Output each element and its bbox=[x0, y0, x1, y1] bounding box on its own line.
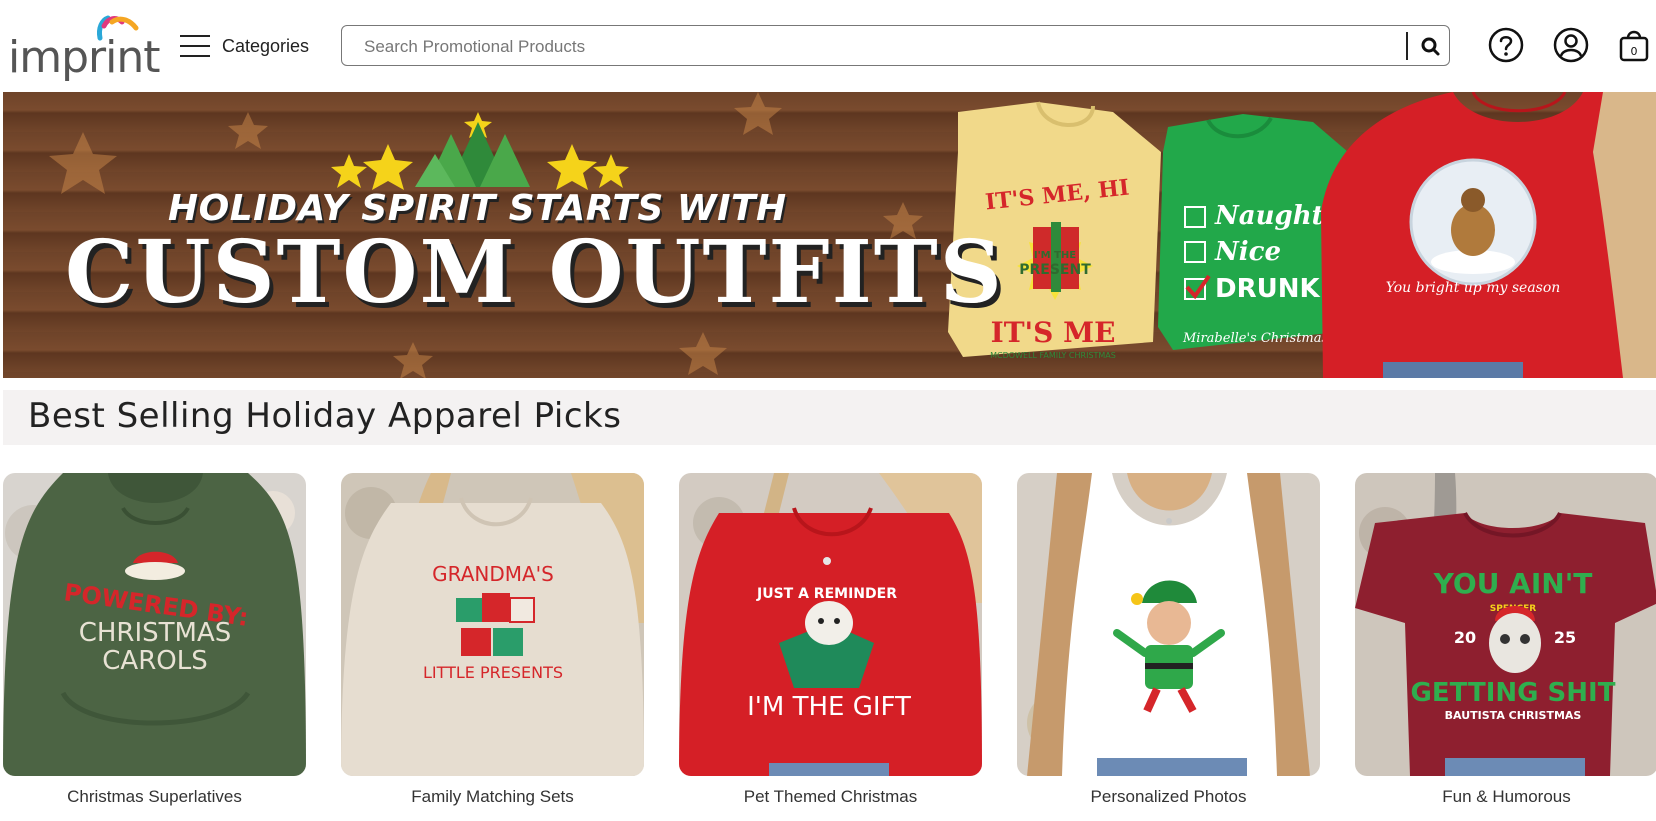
product-label-family-matching-sets[interactable]: Family Matching Sets bbox=[341, 787, 644, 807]
card2-print-line1: GRANDMA'S bbox=[432, 562, 554, 586]
search-input[interactable] bbox=[354, 30, 1406, 63]
card3-print-line2: I'M THE GIFT bbox=[747, 692, 911, 722]
product-card-christmas-superlatives[interactable]: POWERED BY: CHRISTMAS CAROLS bbox=[3, 473, 306, 776]
categories-label: Categories bbox=[222, 35, 310, 56]
product-label-fun-and-humorous[interactable]: Fun & Humorous bbox=[1355, 787, 1656, 807]
card3-print-line1: JUST A REMINDER bbox=[756, 586, 897, 602]
shirt2-opt3-text: DRUNK bbox=[1215, 274, 1320, 304]
card5-print-line1: YOU AIN'T bbox=[1433, 567, 1593, 600]
banner-headline-large: CUSTOM OUTFITS bbox=[65, 222, 1004, 323]
card5-print-line4: 25 bbox=[1554, 628, 1576, 647]
product-card-fun-and-humorous[interactable]: YOU AIN'T SPENCER 20 25 GETTING SHIT BAU… bbox=[1355, 473, 1656, 776]
product-card-personalized-photos[interactable] bbox=[1017, 473, 1320, 776]
card2-print-line2: LITTLE PRESENTS bbox=[423, 663, 563, 682]
cart-button[interactable]: 0 bbox=[1616, 27, 1652, 63]
search-divider bbox=[1406, 32, 1408, 60]
search-bar bbox=[341, 25, 1450, 66]
shirt2-foot-text: Mirabelle's Christmas P bbox=[1182, 331, 1341, 346]
product-card-family-matching-sets[interactable]: GRANDMA'S LITTLE PRESENTS bbox=[341, 473, 644, 776]
product-label-christmas-superlatives[interactable]: Christmas Superlatives bbox=[3, 787, 306, 807]
shirt1-bottom-text: IT'S ME bbox=[991, 316, 1116, 349]
hamburger-icon bbox=[180, 33, 210, 59]
product-label-pet-themed-christmas[interactable]: Pet Themed Christmas bbox=[679, 787, 982, 807]
shirt1-mid2-text: PRESENT bbox=[1019, 262, 1091, 278]
site-header: imprint Categories 0 bbox=[0, 0, 1656, 92]
product-image-maroon-tee: YOU AIN'T SPENCER 20 25 GETTING SHIT BAU… bbox=[1355, 473, 1656, 776]
shirt3-text: You bright up my season bbox=[1386, 280, 1561, 296]
shirt1-foot-text: MCDOWELL FAMILY CHRISTMAS bbox=[990, 351, 1116, 360]
product-label-personalized-photos[interactable]: Personalized Photos bbox=[1017, 787, 1320, 807]
search-icon[interactable] bbox=[1414, 30, 1446, 62]
shopping-bag-icon: 0 bbox=[1619, 30, 1649, 62]
product-image-cream-hoodie: GRANDMA'S LITTLE PRESENTS bbox=[341, 473, 644, 776]
product-image-red-sweatshirt: JUST A REMINDER I'M THE GIFT bbox=[679, 473, 982, 776]
card5-print-line6: BAUTISTA CHRISTMAS bbox=[1445, 709, 1582, 722]
red-sweater-model: You bright up my season bbox=[1321, 92, 1656, 378]
categories-menu-button[interactable]: Categories bbox=[180, 30, 309, 62]
logo-text: imprint bbox=[8, 32, 160, 83]
shirt2-opt2-text: Nice bbox=[1214, 237, 1281, 267]
card5-print-line3: 20 bbox=[1454, 628, 1476, 647]
cart-count: 0 bbox=[1631, 45, 1638, 58]
product-image-white-tank bbox=[1017, 473, 1320, 776]
section-title: Best Selling Holiday Apparel Picks bbox=[28, 396, 622, 436]
card5-print-line5: GETTING SHIT bbox=[1411, 678, 1616, 708]
product-card-pet-themed-christmas[interactable]: JUST A REMINDER I'M THE GIFT bbox=[679, 473, 982, 776]
product-image-green-hoodie: POWERED BY: CHRISTMAS CAROLS bbox=[3, 473, 306, 776]
help-icon[interactable] bbox=[1488, 27, 1524, 63]
card1-print-line2: CHRISTMAS bbox=[79, 618, 232, 648]
imprint-logo[interactable]: imprint bbox=[8, 12, 160, 83]
hero-banner[interactable]: IT'S ME, HI I'M THE PRESENT IT'S ME MCDO… bbox=[3, 92, 1656, 378]
card1-print-line3: CAROLS bbox=[102, 646, 207, 676]
shirt1-mid-text: I'M THE bbox=[1034, 250, 1076, 261]
green-tshirt-graphic: Naughty Nice DRUNK Mirabelle's Christmas… bbox=[1158, 114, 1348, 350]
section-header: Best Selling Holiday Apparel Picks bbox=[3, 390, 1656, 445]
account-icon[interactable] bbox=[1553, 27, 1589, 63]
